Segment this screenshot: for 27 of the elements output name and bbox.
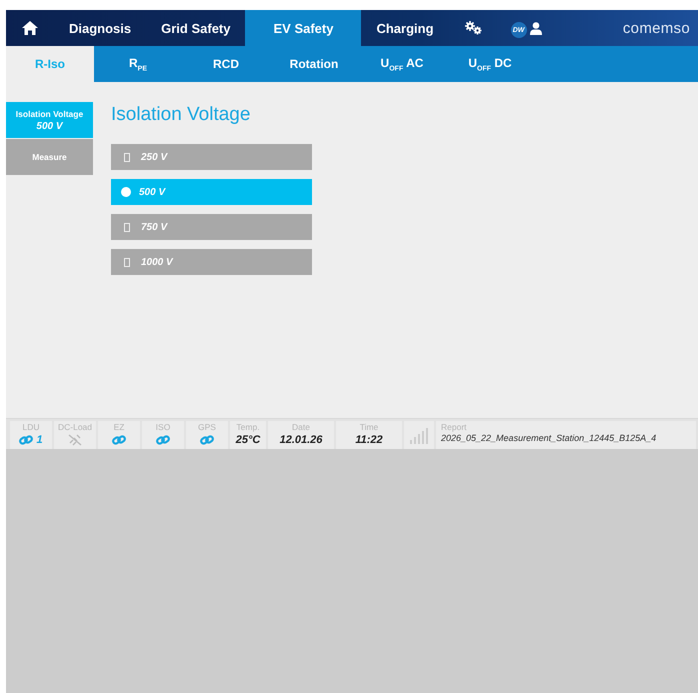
side-menu-item[interactable]: Measure — [6, 139, 93, 175]
nav-tab[interactable]: EV Safety — [245, 10, 362, 46]
section-title: Isolation Voltage — [111, 104, 252, 126]
nav-tab[interactable]: Grid Safety — [146, 10, 246, 46]
sub-tab[interactable]: Rotation — [270, 46, 358, 82]
sub-tab[interactable]: R-Iso — [6, 46, 94, 82]
status-value: 11:22 — [355, 434, 383, 446]
sub-tab[interactable]: RCD — [182, 46, 270, 82]
voltage-option[interactable]: 1000 V — [111, 249, 312, 275]
side-menu-item[interactable]: Isolation Voltage 500 V — [6, 102, 93, 138]
status-value: 1 — [36, 434, 43, 446]
user-icon — [530, 22, 542, 34]
status-value: 25°C — [236, 434, 260, 446]
home-icon — [22, 21, 38, 35]
sub-tab[interactable]: U$_{OFF}$ DC — [446, 46, 534, 82]
signal-icon — [409, 428, 429, 444]
status-value: 2026_05_22_Measurement_Station_12445_B125A_4 — [441, 433, 656, 443]
logo: comemso — [622, 20, 691, 36]
sub-tab[interactable]: R$_{PE}$ — [94, 46, 182, 82]
settings-icon — [464, 21, 483, 35]
status-value: 12.01.26 — [280, 434, 322, 446]
nav-tab[interactable]: Diagnosis — [54, 10, 146, 46]
voltage-option[interactable]: 750 V — [111, 214, 312, 240]
nav-tab[interactable]: Charging — [361, 10, 449, 46]
voltage-option[interactable]: 500 V — [111, 179, 312, 205]
voltage-option[interactable]: 250 V — [111, 144, 312, 170]
sub-tab[interactable]: U$_{OFF}$ AC — [358, 46, 446, 82]
